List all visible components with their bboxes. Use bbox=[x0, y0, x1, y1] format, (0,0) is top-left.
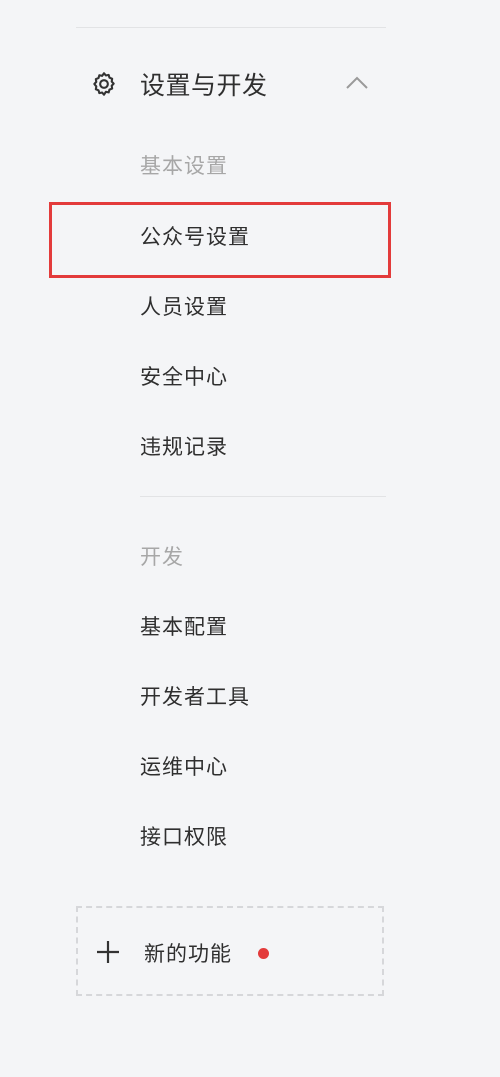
nav-item-developer-tools[interactable]: 开发者工具 bbox=[140, 681, 250, 711]
top-divider bbox=[76, 27, 386, 28]
nav-item-violation-records[interactable]: 违规记录 bbox=[140, 431, 228, 461]
nav-item-security-center[interactable]: 安全中心 bbox=[140, 361, 228, 391]
settings-and-dev-header[interactable]: 设置与开发 bbox=[90, 62, 380, 106]
nav-item-api-permissions[interactable]: 接口权限 bbox=[140, 821, 228, 851]
plus-icon bbox=[96, 940, 120, 964]
middle-divider bbox=[140, 496, 386, 497]
gear-icon bbox=[90, 70, 118, 98]
new-feature-label: 新的功能 bbox=[144, 942, 232, 966]
nav-item-basic-config[interactable]: 基本配置 bbox=[140, 611, 228, 641]
new-feature-button[interactable]: 新的功能 bbox=[76, 906, 384, 996]
nav-item-account-settings[interactable]: 公众号设置 bbox=[140, 221, 250, 251]
nav-item-member-settings[interactable]: 人员设置 bbox=[140, 291, 228, 321]
group-label-basic-settings: 基本设置 bbox=[140, 154, 228, 178]
section-title: 设置与开发 bbox=[140, 71, 268, 100]
group-label-development: 开发 bbox=[140, 545, 184, 569]
nav-item-ops-center[interactable]: 运维中心 bbox=[140, 751, 228, 781]
chevron-up-icon[interactable] bbox=[344, 72, 370, 94]
new-badge-dot bbox=[258, 948, 269, 959]
